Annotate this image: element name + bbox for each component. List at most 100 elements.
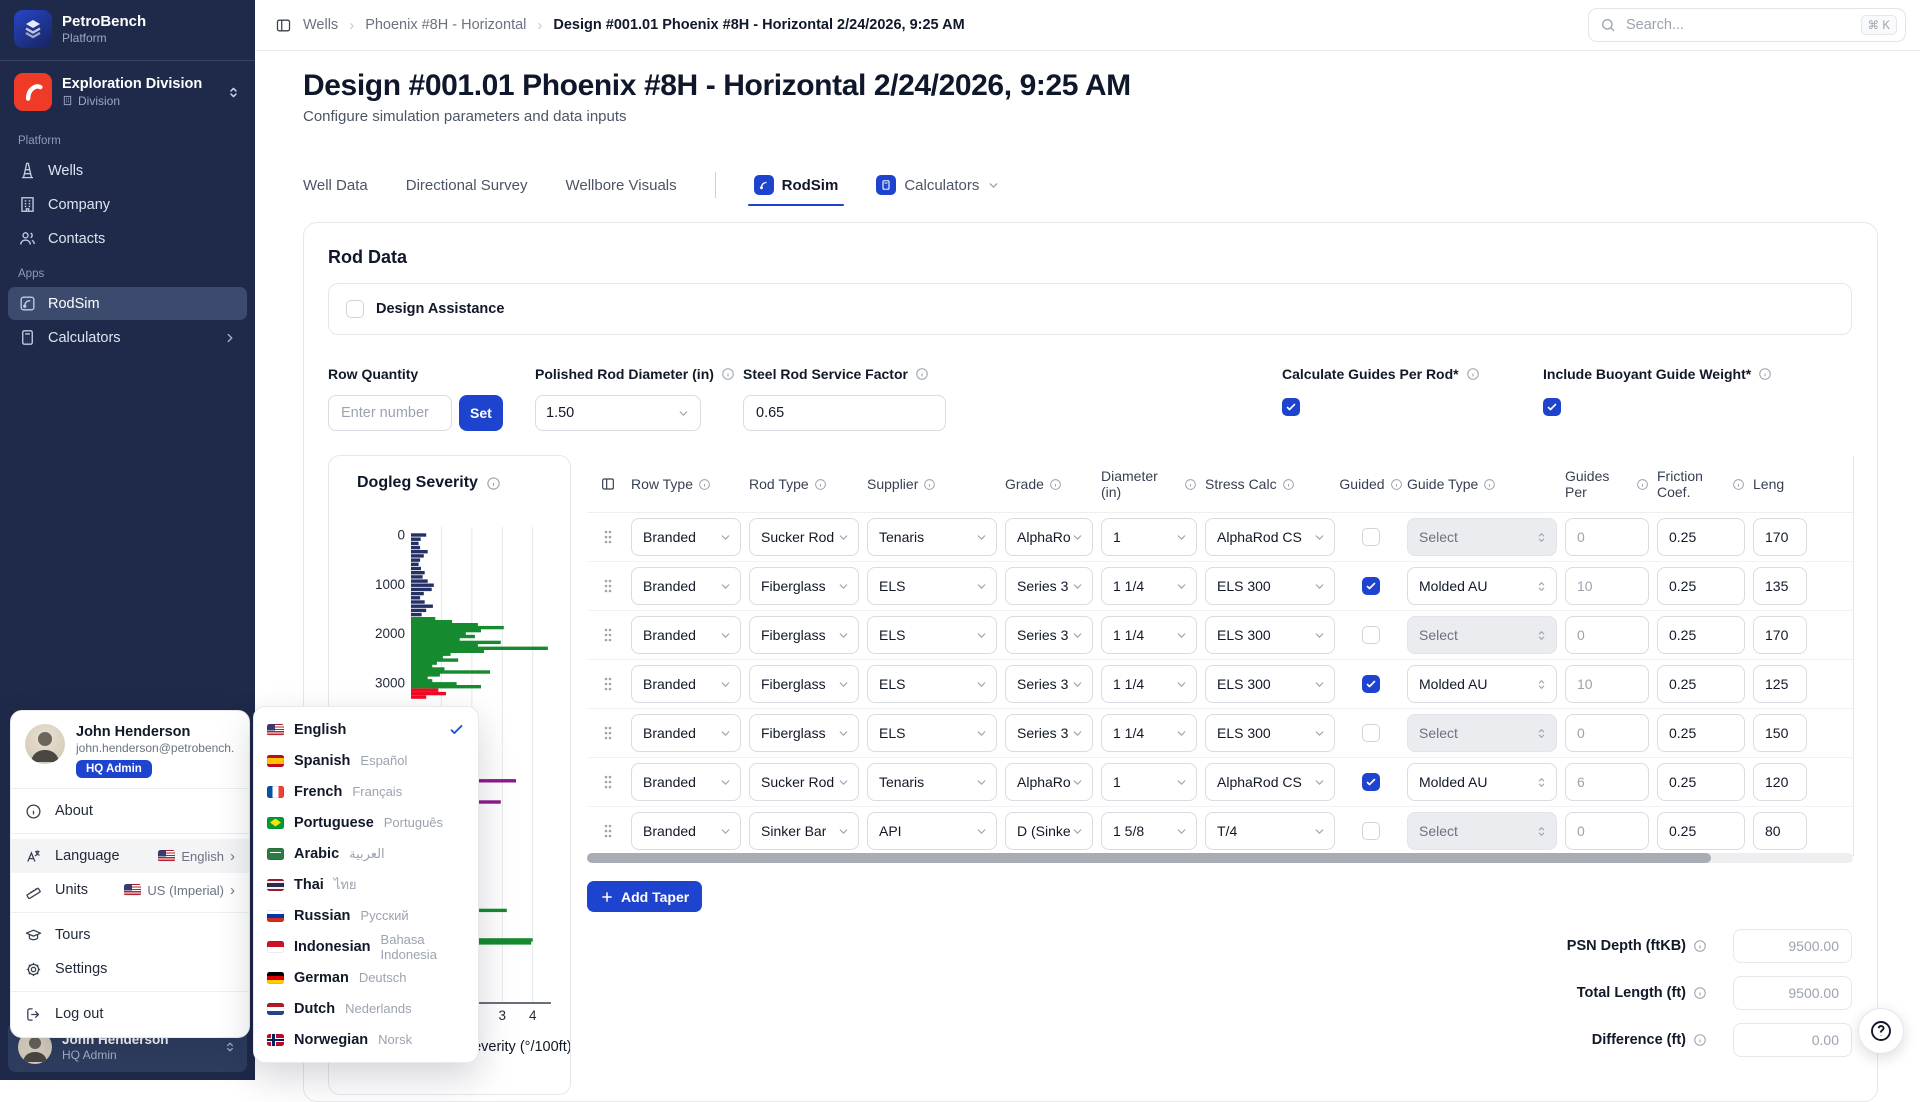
org-switcher[interactable]: Exploration Division Division <box>0 61 255 123</box>
length-input[interactable] <box>1753 567 1807 605</box>
columns-icon[interactable] <box>600 476 616 492</box>
row-type-select[interactable]: Branded <box>631 518 741 556</box>
tab-wellbore-visuals[interactable]: Wellbore Visuals <box>565 164 676 206</box>
sidebar-item-wells[interactable]: Wells <box>8 154 247 187</box>
service-factor-input[interactable] <box>743 395 946 431</box>
stress-calc-select[interactable]: ELS 300 <box>1205 616 1335 654</box>
language-option-french[interactable]: FrenchFrançais <box>254 776 478 807</box>
guides-per-input[interactable] <box>1565 665 1649 703</box>
sidebar-item-calculators[interactable]: Calculators <box>8 321 247 354</box>
diameter-select[interactable]: 1 1/4 <box>1101 567 1197 605</box>
stress-calc-select[interactable]: ELS 300 <box>1205 567 1335 605</box>
grade-select[interactable]: D (Sinke <box>1005 812 1093 850</box>
language-option-spanish[interactable]: SpanishEspañol <box>254 745 478 776</box>
guided-checkbox[interactable] <box>1362 528 1380 546</box>
friction-coef-input[interactable] <box>1657 812 1745 850</box>
row-drag-handle[interactable] <box>593 578 623 594</box>
guides-per-input[interactable] <box>1565 567 1649 605</box>
row-type-select[interactable]: Branded <box>631 714 741 752</box>
psn-depth-input[interactable] <box>1733 929 1852 963</box>
add-taper-button[interactable]: Add Taper <box>587 881 702 912</box>
rod-type-select[interactable]: Fiberglass <box>749 616 859 654</box>
breadcrumb-well[interactable]: Phoenix #8H - Horizontal <box>365 17 526 33</box>
breadcrumb-wells[interactable]: Wells <box>303 17 338 33</box>
grade-select[interactable]: Series 3 <box>1005 567 1093 605</box>
guided-checkbox[interactable] <box>1362 675 1380 693</box>
search-input[interactable] <box>1624 16 1853 34</box>
length-input[interactable] <box>1753 616 1807 654</box>
calc-guides-checkbox[interactable] <box>1282 398 1300 416</box>
row-type-select[interactable]: Branded <box>631 763 741 801</box>
menu-item-units[interactable]: Units US (Imperial) › <box>11 873 249 907</box>
stress-calc-select[interactable]: ELS 300 <box>1205 665 1335 703</box>
length-input[interactable] <box>1753 812 1807 850</box>
row-drag-handle[interactable] <box>593 774 623 790</box>
language-option-thai[interactable]: Thaiไทย <box>254 869 478 900</box>
language-option-german[interactable]: GermanDeutsch <box>254 962 478 993</box>
friction-coef-input[interactable] <box>1657 567 1745 605</box>
language-option-portuguese[interactable]: PortuguesePortuguês <box>254 807 478 838</box>
guide-type-select[interactable]: Molded AU <box>1407 567 1557 605</box>
sidebar-item-company[interactable]: Company <box>8 188 247 221</box>
grade-select[interactable]: AlphaRo <box>1005 518 1093 556</box>
friction-coef-input[interactable] <box>1657 714 1745 752</box>
friction-coef-input[interactable] <box>1657 763 1745 801</box>
menu-item-logout[interactable]: Log out <box>11 997 249 1031</box>
guided-checkbox[interactable] <box>1362 626 1380 644</box>
guided-checkbox[interactable] <box>1362 773 1380 791</box>
rod-type-select[interactable]: Fiberglass <box>749 567 859 605</box>
row-type-select[interactable]: Branded <box>631 665 741 703</box>
stress-calc-select[interactable]: AlphaRod CS <box>1205 518 1335 556</box>
rod-type-select[interactable]: Fiberglass <box>749 714 859 752</box>
diameter-select[interactable]: 1 <box>1101 763 1197 801</box>
language-option-indonesian[interactable]: IndonesianBahasa Indonesia <box>254 931 478 962</box>
stress-calc-select[interactable]: AlphaRod CS <box>1205 763 1335 801</box>
length-input[interactable] <box>1753 714 1807 752</box>
menu-item-language[interactable]: Language English › <box>11 839 249 873</box>
diameter-select[interactable]: 1 1/4 <box>1101 665 1197 703</box>
row-drag-handle[interactable] <box>593 725 623 741</box>
menu-item-tours[interactable]: Tours <box>11 918 249 952</box>
diameter-select[interactable]: 1 1/4 <box>1101 616 1197 654</box>
rod-type-select[interactable]: Fiberglass <box>749 665 859 703</box>
grade-select[interactable]: AlphaRo <box>1005 763 1093 801</box>
tab-well-data[interactable]: Well Data <box>303 164 368 206</box>
language-option-arabic[interactable]: Arabicالعربية <box>254 838 478 869</box>
sidebar-item-rodsim[interactable]: RodSim <box>8 287 247 320</box>
table-horizontal-scrollbar[interactable] <box>587 853 1711 863</box>
length-input[interactable] <box>1753 763 1807 801</box>
rod-type-select[interactable]: Sucker Rod <box>749 763 859 801</box>
stress-calc-select[interactable]: ELS 300 <box>1205 714 1335 752</box>
buoyant-checkbox[interactable] <box>1543 398 1561 416</box>
polished-rod-select[interactable]: 1.50 <box>535 395 701 431</box>
guide-type-select[interactable]: Select <box>1407 518 1557 556</box>
guides-per-input[interactable] <box>1565 763 1649 801</box>
row-drag-handle[interactable] <box>593 529 623 545</box>
guide-type-select[interactable]: Molded AU <box>1407 763 1557 801</box>
supplier-select[interactable]: ELS <box>867 567 997 605</box>
diameter-select[interactable]: 1 <box>1101 518 1197 556</box>
difference-input[interactable] <box>1733 1023 1852 1057</box>
grade-select[interactable]: Series 3 <box>1005 616 1093 654</box>
guided-checkbox[interactable] <box>1362 577 1380 595</box>
guides-per-input[interactable] <box>1565 714 1649 752</box>
length-input[interactable] <box>1753 665 1807 703</box>
grade-select[interactable]: Series 3 <box>1005 665 1093 703</box>
tab-rodsim[interactable]: RodSim <box>754 164 839 206</box>
language-option-english[interactable]: English <box>254 714 478 745</box>
supplier-select[interactable]: ELS <box>867 714 997 752</box>
supplier-select[interactable]: Tenaris <box>867 518 997 556</box>
row-drag-handle[interactable] <box>593 627 623 643</box>
guides-per-input[interactable] <box>1565 616 1649 654</box>
rod-type-select[interactable]: Sucker Rod <box>749 518 859 556</box>
diameter-select[interactable]: 1 5/8 <box>1101 812 1197 850</box>
friction-coef-input[interactable] <box>1657 616 1745 654</box>
supplier-select[interactable]: Tenaris <box>867 763 997 801</box>
tab-directional-survey[interactable]: Directional Survey <box>406 164 528 206</box>
tab-calculators[interactable]: Calculators <box>876 164 1000 206</box>
friction-coef-input[interactable] <box>1657 518 1745 556</box>
row-type-select[interactable]: Branded <box>631 567 741 605</box>
menu-item-settings[interactable]: Settings <box>11 952 249 986</box>
search-box[interactable]: ⌘ K <box>1588 8 1906 42</box>
language-option-dutch[interactable]: DutchNederlands <box>254 993 478 1024</box>
